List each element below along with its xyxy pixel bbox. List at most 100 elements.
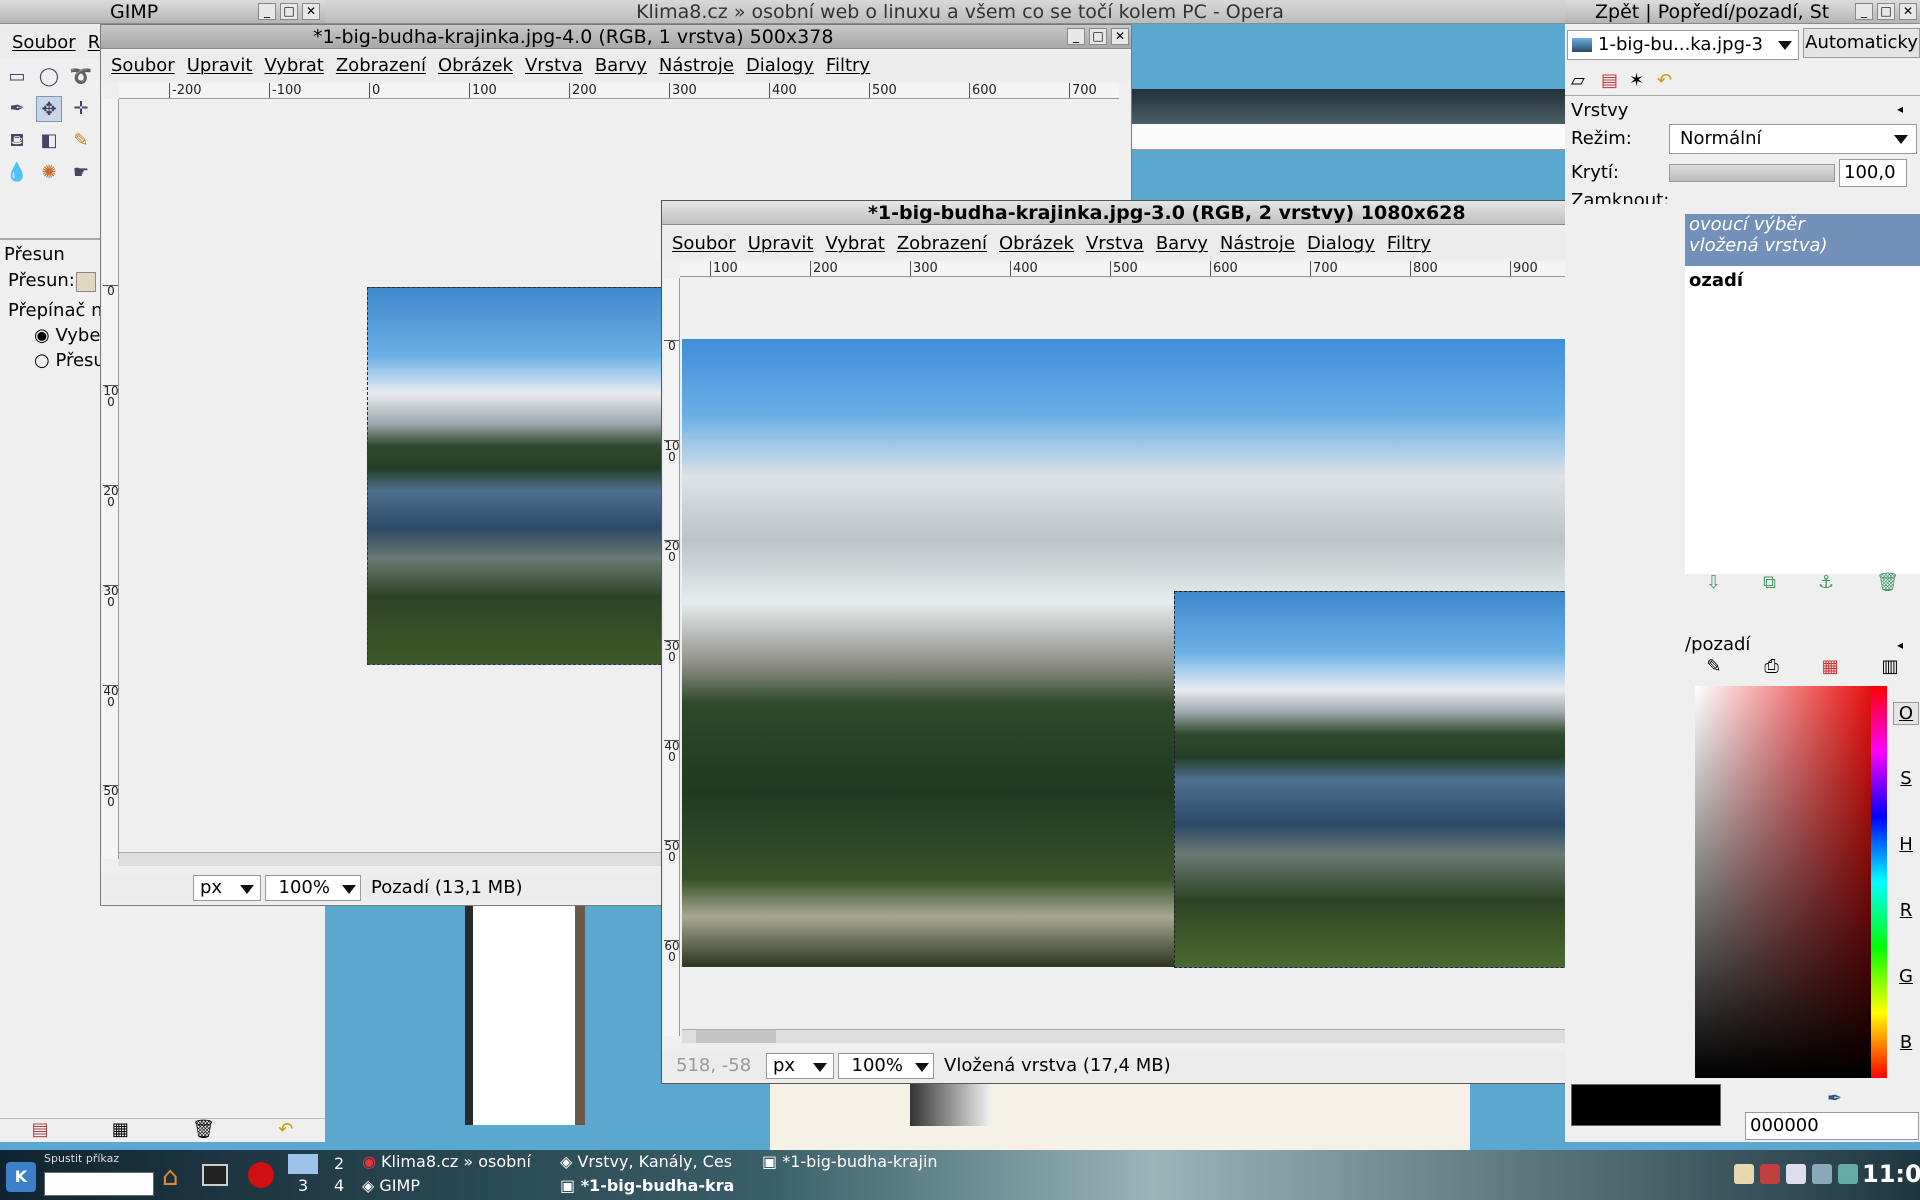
eyedropper-icon[interactable]: ✒ [1827,1088,1842,1109]
dock-close-button[interactable]: ✕ [1899,3,1917,20]
menu-soubor[interactable]: Soubor [12,32,76,53]
color-square[interactable] [1695,686,1871,1078]
win1-menu-obrazek[interactable]: Obrázek [438,55,513,76]
hue-strip[interactable] [1871,686,1887,1078]
win2-menu-nastroje[interactable]: Nástroje [1220,233,1295,254]
win1-menu-nastroje[interactable]: Nástroje [659,55,734,76]
win1-close-button[interactable]: ✕ [1111,28,1129,45]
win2-unit-select[interactable]: px [766,1053,834,1079]
printer-icon[interactable]: ⎙ [1764,656,1778,682]
bucket-icon[interactable]: ⛾ [4,128,30,154]
layer-item-floating[interactable]: ovoucí výběr vložená vrstva) [1685,214,1920,266]
tray-klipper-icon[interactable] [1734,1164,1754,1184]
win1-menu-upravit[interactable]: Upravit [187,55,253,76]
tray-monitor-icon[interactable] [1786,1164,1806,1184]
tab-layers-icon[interactable]: ▱ [1571,70,1585,91]
win2-menu-soubor[interactable]: Soubor [672,233,736,254]
move-icon[interactable]: ✥ [36,96,62,122]
win1-menu-filtry[interactable]: Filtry [826,55,870,76]
foreground-color-swatch[interactable] [1571,1084,1721,1126]
desktop-4[interactable]: 4 [334,1176,344,1195]
toolbox-titlebar[interactable]: GIMP _ □ ✕ [0,0,325,24]
smudge-icon[interactable]: ☛ [68,160,94,186]
gradient-icon[interactable]: ◧ [36,128,62,154]
task-image-2[interactable]: ▣ *1-big-budha-kra [560,1176,760,1198]
terminal-icon[interactable] [202,1164,228,1186]
win1-menu-zobrazeni[interactable]: Zobrazení [336,55,426,76]
run-command-input[interactable] [44,1172,154,1196]
tray-volume-icon[interactable] [1812,1164,1832,1184]
palette-icon[interactable]: ▦ [1822,656,1839,682]
win2-horizontal-ruler[interactable]: 100 200 300 400 500 600 700 800 900 1000 [680,261,1680,277]
opacity-slider[interactable] [1669,164,1835,182]
win2-hscrollbar[interactable] [682,1029,1678,1043]
win2-titlebar[interactable]: *1-big-budha-krajinka.jpg-3.0 (RGB, 2 vr… [662,201,1693,225]
channel-g[interactable]: G [1893,966,1919,987]
rect-select-icon[interactable]: ▭ [4,64,30,90]
win1-titlebar[interactable]: *1-big-budha-krajinka.jpg-4.0 (RGB, 1 vr… [101,25,1131,49]
brush-color-icon[interactable]: ✎ [1706,656,1721,682]
win1-menu-dialogy[interactable]: Dialogy [746,55,814,76]
tray-network-icon[interactable] [1760,1164,1780,1184]
clock[interactable]: 11:04 [1862,1160,1920,1188]
win1-menu-barvy[interactable]: Barvy [595,55,647,76]
minimize-button[interactable]: _ [258,3,276,20]
channel-b[interactable]: B [1893,1032,1919,1053]
reset-options-icon[interactable]: ↶ [278,1119,293,1142]
win2-vertical-ruler[interactable]: 0 100 200 300 400 500 600 [664,278,680,1036]
win1-unit-select[interactable]: px [193,875,261,901]
hex-input[interactable]: 000000 [1745,1112,1919,1140]
channel-o[interactable]: O [1893,702,1919,725]
panel-menu-icon[interactable]: ◂ [1897,102,1903,116]
win1-menu-soubor[interactable]: Soubor [111,55,175,76]
channel-s[interactable]: S [1893,768,1919,789]
move-mode-button[interactable] [76,272,96,292]
win2-menu-barvy[interactable]: Barvy [1156,233,1208,254]
task-image-1[interactable]: ▣ *1-big-budha-krajin [762,1152,962,1174]
duplicate-layer-icon[interactable]: ⧉ [1763,572,1776,596]
win1-menu-vrstva[interactable]: Vrstva [525,55,583,76]
win2-menu-filtry[interactable]: Filtry [1387,233,1431,254]
dock-minimize-button[interactable]: _ [1855,3,1873,20]
delete-layer-icon[interactable]: 🗑 [1876,572,1899,596]
panel-menu-icon[interactable]: ◂ [1897,638,1903,652]
radio-select[interactable]: ◉ Vybe [34,325,100,346]
align-icon[interactable]: ✛ [68,96,94,122]
blur-icon[interactable]: 💧 [4,160,30,186]
desktop-2[interactable]: 2 [334,1154,344,1173]
auto-button[interactable]: Automaticky [1803,28,1920,58]
channel-r[interactable]: R [1893,900,1919,921]
lower-layer-icon[interactable]: ⇩ [1706,572,1721,596]
win2-menu-upravit[interactable]: Upravit [748,233,814,254]
task-layers[interactable]: ◈ Vrstvy, Kanály, Ces [560,1152,760,1174]
save-options-icon[interactable]: ▤ [32,1119,49,1142]
ellipse-select-icon[interactable]: ◯ [36,64,62,90]
pencil-icon[interactable]: ✎ [68,128,94,154]
win1-zoom-select[interactable]: 100% [265,875,361,901]
opera-icon[interactable] [248,1162,274,1188]
win2-menu-obrazek[interactable]: Obrázek [999,233,1074,254]
kde-menu-icon[interactable]: K [6,1162,36,1192]
tray-update-icon[interactable] [1838,1164,1858,1184]
dock-titlebar[interactable]: Zpět | Popředí/pozadí, St _ □ ✕ [1565,0,1920,24]
win1-menu-vybrat[interactable]: Vybrat [264,55,323,76]
scale-icon[interactable]: ▥ [1882,656,1899,682]
tab-undo-icon[interactable]: ↶ [1657,70,1672,91]
channel-h[interactable]: H [1893,834,1919,855]
menu-r[interactable]: R [88,32,101,53]
win2-menu-vybrat[interactable]: Vybrat [825,233,884,254]
win1-vertical-ruler[interactable]: 0 100 200 300 400 500 [103,99,119,859]
desktop-3[interactable]: 3 [298,1176,308,1195]
win1-horizontal-ruler[interactable]: -200 -100 0 100 200 300 400 500 600 700 [119,83,1119,99]
close-button[interactable]: ✕ [302,3,320,20]
restore-options-icon[interactable]: ▦ [112,1119,129,1142]
maximize-button[interactable]: □ [280,3,298,20]
task-opera[interactable]: ◉ Klima8.cz » osobní [362,1152,552,1174]
scroll-thumb[interactable] [696,1030,776,1043]
layer-item-background[interactable]: ozadí [1685,270,1920,298]
lasso-icon[interactable]: ➰ [68,64,94,90]
desktop-1[interactable] [288,1154,318,1174]
task-gimp[interactable]: ◈ GIMP [362,1176,552,1198]
win1-minimize-button[interactable]: _ [1067,28,1085,45]
dodge-icon[interactable]: ✺ [36,160,62,186]
